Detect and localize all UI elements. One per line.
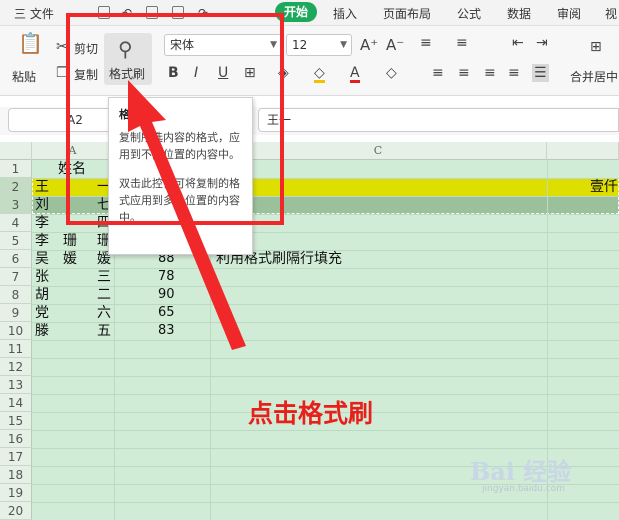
baidu-watermark-url: jingyan.baidu.com bbox=[482, 484, 566, 494]
annotation-arrow bbox=[128, 80, 246, 350]
annotation-text: 点击格式刷 bbox=[248, 399, 374, 428]
baidu-watermark: Bai 经验 bbox=[470, 457, 572, 486]
